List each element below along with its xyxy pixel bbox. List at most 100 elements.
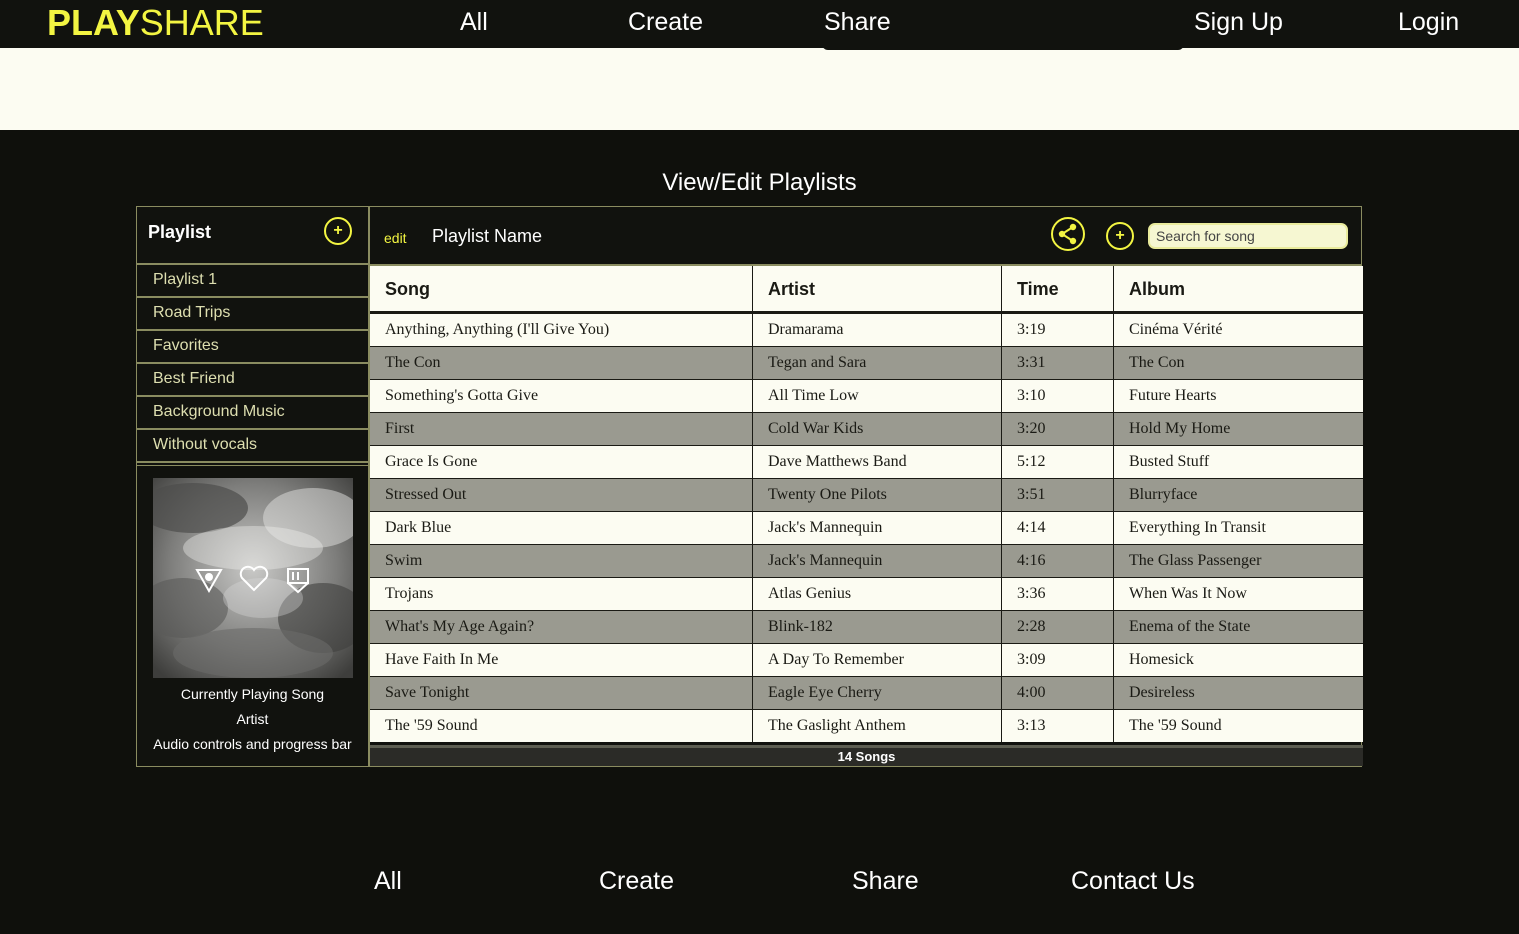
nav-login[interactable]: Login bbox=[1398, 7, 1459, 37]
playlist-item[interactable]: Background Music bbox=[137, 397, 368, 430]
song-cell: Something's Gotta Give bbox=[370, 380, 753, 412]
playlist-item[interactable]: Without vocals bbox=[137, 430, 368, 463]
playlist-item[interactable]: Best Friend bbox=[137, 364, 368, 397]
playlist-item[interactable]: Playlist 1 bbox=[137, 265, 368, 298]
table-row[interactable]: What's My Age Again? Blink-182 2:28 Enem… bbox=[370, 610, 1363, 643]
column-header-time[interactable]: Time bbox=[1002, 266, 1114, 311]
playlist-item[interactable]: Road Trips bbox=[137, 298, 368, 331]
song-cell: What's My Age Again? bbox=[370, 611, 753, 643]
time-cell: 4:00 bbox=[1002, 677, 1114, 709]
time-cell: 3:10 bbox=[1002, 380, 1114, 412]
playlist-header: edit Playlist Name + bbox=[370, 207, 1361, 266]
time-cell: 3:51 bbox=[1002, 479, 1114, 511]
album-cell: Blurryface bbox=[1129, 486, 1198, 503]
sidebar-header: Playlist + bbox=[137, 207, 368, 265]
brand-logo-bold: PLAY bbox=[47, 2, 140, 43]
artist-cell: Dramarama bbox=[753, 314, 1002, 346]
table-row[interactable]: Stressed Out Twenty One Pilots 3:51 Blur… bbox=[370, 478, 1363, 511]
time-cell: 3:36 bbox=[1002, 578, 1114, 610]
playlist-list-divider bbox=[137, 463, 368, 466]
table-row[interactable]: Save Tonight Eagle Eye Cherry 4:00 Desir… bbox=[370, 676, 1363, 709]
plus-icon: + bbox=[333, 222, 343, 239]
artist-cell: The Gaslight Anthem bbox=[753, 710, 1002, 742]
album-cell: Everything In Transit bbox=[1129, 519, 1266, 536]
song-cell: Dark Blue bbox=[370, 512, 753, 544]
album-cell: The Glass Passenger bbox=[1129, 552, 1262, 569]
album-cell: When Was It Now bbox=[1129, 585, 1247, 602]
add-playlist-button[interactable]: + bbox=[324, 217, 352, 245]
edit-link[interactable]: edit bbox=[384, 229, 407, 247]
table-row[interactable]: The '59 Sound The Gaslight Anthem 3:13 T… bbox=[370, 709, 1363, 742]
song-cell: Swim bbox=[370, 545, 753, 577]
playlist-list: Playlist 1 Road Trips Favorites Best Fri… bbox=[137, 265, 368, 466]
nav-create[interactable]: Create bbox=[628, 7, 703, 37]
album-cell: The Con bbox=[1129, 354, 1185, 371]
playlist-name: Playlist Name bbox=[432, 226, 543, 246]
column-header-album[interactable]: Album bbox=[1114, 266, 1363, 311]
table-row[interactable]: First Cold War Kids 3:20 Hold My Home bbox=[370, 412, 1363, 445]
time-cell: 3:09 bbox=[1002, 644, 1114, 676]
song-cell: The '59 Sound bbox=[370, 710, 753, 742]
artist-cell: All Time Low bbox=[753, 380, 1002, 412]
artist-cell: Twenty One Pilots bbox=[753, 479, 1002, 511]
song-search-input[interactable] bbox=[1148, 223, 1348, 249]
footer-create[interactable]: Create bbox=[599, 866, 674, 896]
album-cell: Cinéma Vérité bbox=[1129, 321, 1223, 338]
column-header-artist[interactable]: Artist bbox=[753, 266, 1002, 311]
nav-all[interactable]: All bbox=[460, 7, 488, 37]
song-cell: Stressed Out bbox=[370, 479, 753, 511]
album-cell: The '59 Sound bbox=[1129, 717, 1222, 734]
time-cell: 4:14 bbox=[1002, 512, 1114, 544]
table-header-row: Song Artist Time Album bbox=[370, 266, 1363, 313]
nav-dropdown-edge bbox=[822, 44, 1184, 50]
table-row[interactable]: Grace Is Gone Dave Matthews Band 5:12 Bu… bbox=[370, 445, 1363, 478]
nav-share[interactable]: Share bbox=[824, 7, 891, 37]
artist-cell: Eagle Eye Cherry bbox=[753, 677, 1002, 709]
playlist-panel: Playlist + Playlist 1 Road Trips Favorit… bbox=[136, 206, 1363, 767]
artist-cell: Tegan and Sara bbox=[753, 347, 1002, 379]
footer-all[interactable]: All bbox=[374, 866, 402, 896]
table-row[interactable]: Trojans Atlas Genius 3:36 When Was It No… bbox=[370, 577, 1363, 610]
song-table: Song Artist Time Album Anything, Anythin… bbox=[370, 266, 1363, 742]
album-cell: Enema of the State bbox=[1129, 618, 1251, 635]
brand-logo[interactable]: PLAYSHARE bbox=[47, 2, 264, 44]
playlist-item[interactable]: Favorites bbox=[137, 331, 368, 364]
album-cell: Future Hearts bbox=[1129, 387, 1217, 404]
artist-cell: A Day To Remember bbox=[753, 644, 1002, 676]
song-count: 14 Songs bbox=[837, 749, 896, 764]
song-cell: The Con bbox=[370, 347, 753, 379]
song-cell: Have Faith In Me bbox=[370, 644, 753, 676]
top-navbar: PLAYSHARE All Create Share Sign Up Login bbox=[0, 0, 1519, 48]
now-playing-song: Currently Playing Song bbox=[180, 686, 325, 702]
table-row[interactable]: Something's Gotta Give All Time Low 3:10… bbox=[370, 379, 1363, 412]
column-header-song[interactable]: Song bbox=[370, 266, 753, 311]
song-cell: Trojans bbox=[370, 578, 753, 610]
table-row[interactable]: Dark Blue Jack's Mannequin 4:14 Everythi… bbox=[370, 511, 1363, 544]
time-cell: 3:20 bbox=[1002, 413, 1114, 445]
share-button[interactable] bbox=[1051, 217, 1085, 251]
artist-cell: Atlas Genius bbox=[753, 578, 1002, 610]
song-cell: First bbox=[370, 413, 753, 445]
plus-icon: + bbox=[1115, 227, 1125, 244]
footer-share[interactable]: Share bbox=[852, 866, 919, 896]
time-cell: 3:19 bbox=[1002, 314, 1114, 346]
footer-contact[interactable]: Contact Us bbox=[1071, 866, 1195, 896]
audio-controls-placeholder[interactable]: Audio controls and progress bar bbox=[137, 735, 368, 753]
album-cell: Desireless bbox=[1129, 684, 1195, 701]
album-cell: Hold My Home bbox=[1129, 420, 1231, 437]
album-art bbox=[153, 478, 353, 678]
add-song-button[interactable]: + bbox=[1106, 222, 1134, 250]
table-row[interactable]: Swim Jack's Mannequin 4:16 The Glass Pas… bbox=[370, 544, 1363, 577]
album-cell: Homesick bbox=[1129, 651, 1194, 668]
banner-area bbox=[0, 48, 1519, 130]
sidebar-title: Playlist bbox=[148, 222, 212, 242]
table-row[interactable]: Have Faith In Me A Day To Remember 3:09 … bbox=[370, 643, 1363, 676]
artist-cell: Blink-182 bbox=[753, 611, 1002, 643]
table-row[interactable]: The Con Tegan and Sara 3:31 The Con bbox=[370, 346, 1363, 379]
now-playing-artist: Artist bbox=[236, 711, 269, 727]
table-row[interactable]: Anything, Anything (I'll Give You) Drama… bbox=[370, 313, 1363, 346]
time-cell: 3:31 bbox=[1002, 347, 1114, 379]
song-cell: Anything, Anything (I'll Give You) bbox=[370, 314, 753, 346]
nav-signup[interactable]: Sign Up bbox=[1194, 7, 1283, 37]
time-cell: 2:28 bbox=[1002, 611, 1114, 643]
